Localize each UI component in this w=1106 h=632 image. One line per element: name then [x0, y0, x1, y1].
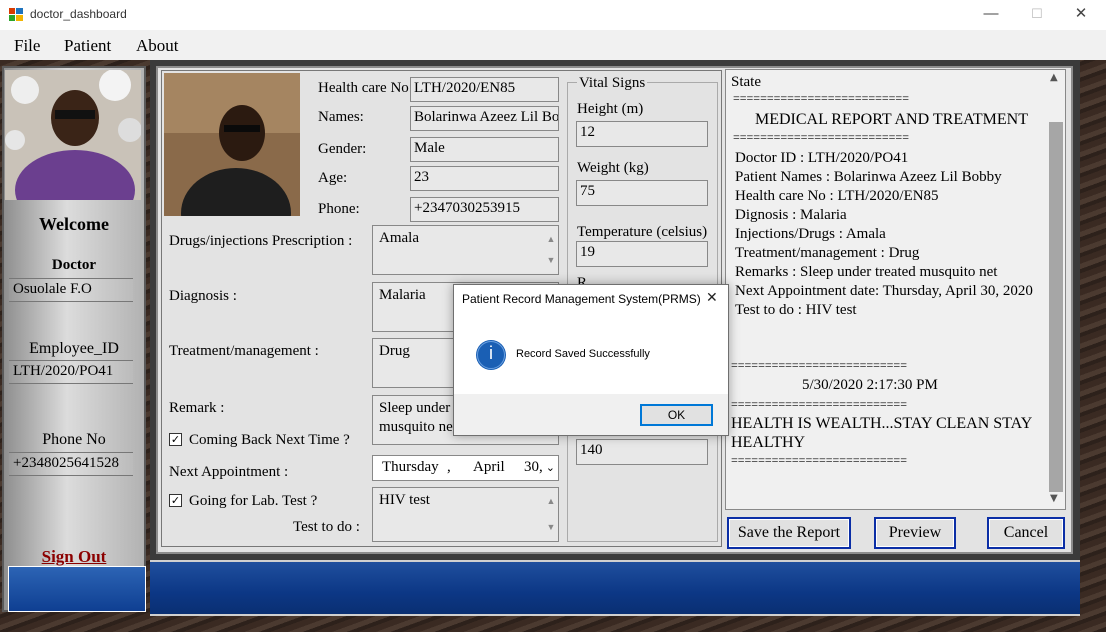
report-line: Dignosis : Malaria [735, 207, 847, 223]
app-icon [9, 8, 23, 21]
report-scroll-thumb[interactable] [1049, 122, 1063, 492]
vital-signs-title: Vital Signs [577, 75, 648, 92]
report-timestamp: 5/30/2020 2:17:30 PM [802, 377, 938, 393]
report-line: Remarks : Sleep under treated musquito n… [735, 264, 998, 280]
lab-test-label: Going for Lab. Test ? [189, 493, 318, 509]
appointment-date-picker[interactable]: Thursday , April 30, ⌄ [372, 455, 559, 481]
test-to-do-label: Test to do : [293, 519, 360, 535]
prescription-scrollbar[interactable]: ▲ ▼ [546, 228, 556, 272]
dialog-title: Patient Record Management System(PRMS) [462, 292, 701, 306]
report-line: Test to do : HIV test [735, 302, 857, 318]
report-divider-2: ========================== [733, 130, 909, 144]
report-slogan-2: HEALTHY [731, 434, 806, 451]
report-line: Patient Names : Bolarinwa Azeez Lil Bobb… [735, 169, 1002, 185]
gender-label: Gender: [318, 141, 367, 157]
coming-back-label: Coming Back Next Time ? [189, 432, 350, 448]
weight-label: Weight (kg) [577, 160, 649, 176]
remark-label: Remark : [169, 400, 225, 416]
prescription-textarea[interactable]: Amala ▲ ▼ [372, 225, 559, 275]
age-label: Age: [318, 170, 348, 186]
names-label: Names: [318, 109, 364, 125]
names-field[interactable]: Bolarinwa Azeez Lil Bobby [410, 106, 559, 131]
report-line: Health care No : LTH/2020/EN85 [735, 188, 939, 204]
maximize-button[interactable]: ☐ [1014, 0, 1060, 30]
height-label: Height (m) [577, 101, 644, 117]
cancel-button[interactable]: Cancel [987, 517, 1065, 549]
report-state-label: State [731, 74, 761, 90]
close-button[interactable]: ✕ [1058, 0, 1104, 30]
appt-date: 30, [524, 459, 543, 475]
sidebar-footer-bar [8, 566, 146, 612]
report-divider-3: ========================== [731, 358, 907, 372]
dialog-message: Record Saved Successfully [516, 348, 650, 360]
test-to-do-scrollbar[interactable]: ▲ ▼ [546, 490, 556, 539]
coming-back-checkbox[interactable]: ✓ [169, 433, 182, 446]
report-line: Injections/Drugs : Amala [735, 226, 886, 242]
role-label: Doctor [51, 257, 97, 273]
prescription-value: Amala [379, 230, 419, 246]
report-line: Treatment/management : Drug [735, 245, 920, 261]
scroll-up-icon[interactable]: ▲ [1050, 72, 1058, 83]
report-heading: MEDICAL REPORT AND TREATMENT [755, 111, 1028, 128]
temperature-label: Temperature (celsius) [577, 224, 708, 240]
appt-sep: , [447, 459, 451, 475]
title-bar [0, 0, 1106, 30]
dialog-close-button[interactable]: ✕ [706, 289, 718, 306]
report-divider-1: ========================== [733, 91, 909, 105]
preview-button[interactable]: Preview [874, 517, 956, 549]
treatment-label: Treatment/management : [169, 343, 319, 359]
info-icon-glyph: i [489, 343, 493, 363]
scroll-down-icon[interactable]: ▼ [1050, 493, 1058, 504]
prescription-label: Drugs/injections Prescription : [169, 233, 353, 249]
patient-phone-field[interactable]: +2347030253915 [410, 197, 559, 222]
temperature-field[interactable]: 19 [576, 241, 708, 267]
health-care-no-field[interactable]: LTH/2020/EN85 [410, 77, 559, 102]
doctor-name-field: Osuolale F.O [9, 278, 133, 302]
report-slogan-1: HEALTH IS WEALTH...STAY CLEAN STAY [731, 415, 1033, 432]
health-care-no-label: Health care No: [318, 80, 413, 96]
report-divider-5: ========================== [731, 453, 907, 467]
appt-month: April [473, 459, 505, 475]
menu-patient[interactable]: Patient [64, 36, 111, 56]
lab-test-checkbox[interactable]: ✓ [169, 494, 182, 507]
save-report-button[interactable]: Save the Report [727, 517, 851, 549]
chevron-down-icon[interactable]: ⌄ [546, 461, 555, 474]
appt-day: Thursday [382, 459, 439, 475]
doctor-avatar [5, 70, 141, 200]
height-field[interactable]: 12 [576, 121, 708, 147]
footer-bar [150, 560, 1080, 616]
minimize-button[interactable]: — [968, 0, 1014, 30]
phone-label: Phone: [318, 201, 360, 217]
treatment-value: Drug [379, 343, 410, 359]
weight-field[interactable]: 75 [576, 180, 708, 206]
employee-id-field: LTH/2020/PO41 [9, 360, 133, 384]
gender-field[interactable]: Male [410, 137, 559, 162]
menu-file[interactable]: File [14, 36, 40, 56]
menu-about[interactable]: About [136, 36, 179, 56]
age-field[interactable]: 23 [410, 166, 559, 191]
next-appointment-label: Next Appointment : [169, 464, 289, 480]
doctor-phone-field: +2348025641528 [9, 452, 133, 476]
welcome-label: Welcome [39, 214, 109, 234]
report-line: Doctor ID : LTH/2020/PO41 [735, 150, 909, 166]
employee-id-label: Employee_ID [29, 340, 119, 357]
report-line: Next Appointment date: Thursday, April 3… [735, 283, 1033, 299]
diagnosis-value: Malaria [379, 287, 426, 303]
test-to-do-textarea[interactable]: HIV test ▲ ▼ [372, 487, 559, 542]
report-divider-4: ========================== [731, 397, 907, 411]
window-title: doctor_dashboard [30, 7, 127, 21]
patient-photo [164, 73, 300, 216]
sign-out-link[interactable]: Sign Out [10, 547, 138, 567]
test-to-do-value: HIV test [379, 492, 430, 508]
phone-label: Phone No [42, 431, 106, 448]
dialog-ok-button[interactable]: OK [640, 404, 713, 426]
diagnosis-label: Diagnosis : [169, 288, 237, 304]
vital-last-field[interactable]: 140 [576, 439, 708, 465]
